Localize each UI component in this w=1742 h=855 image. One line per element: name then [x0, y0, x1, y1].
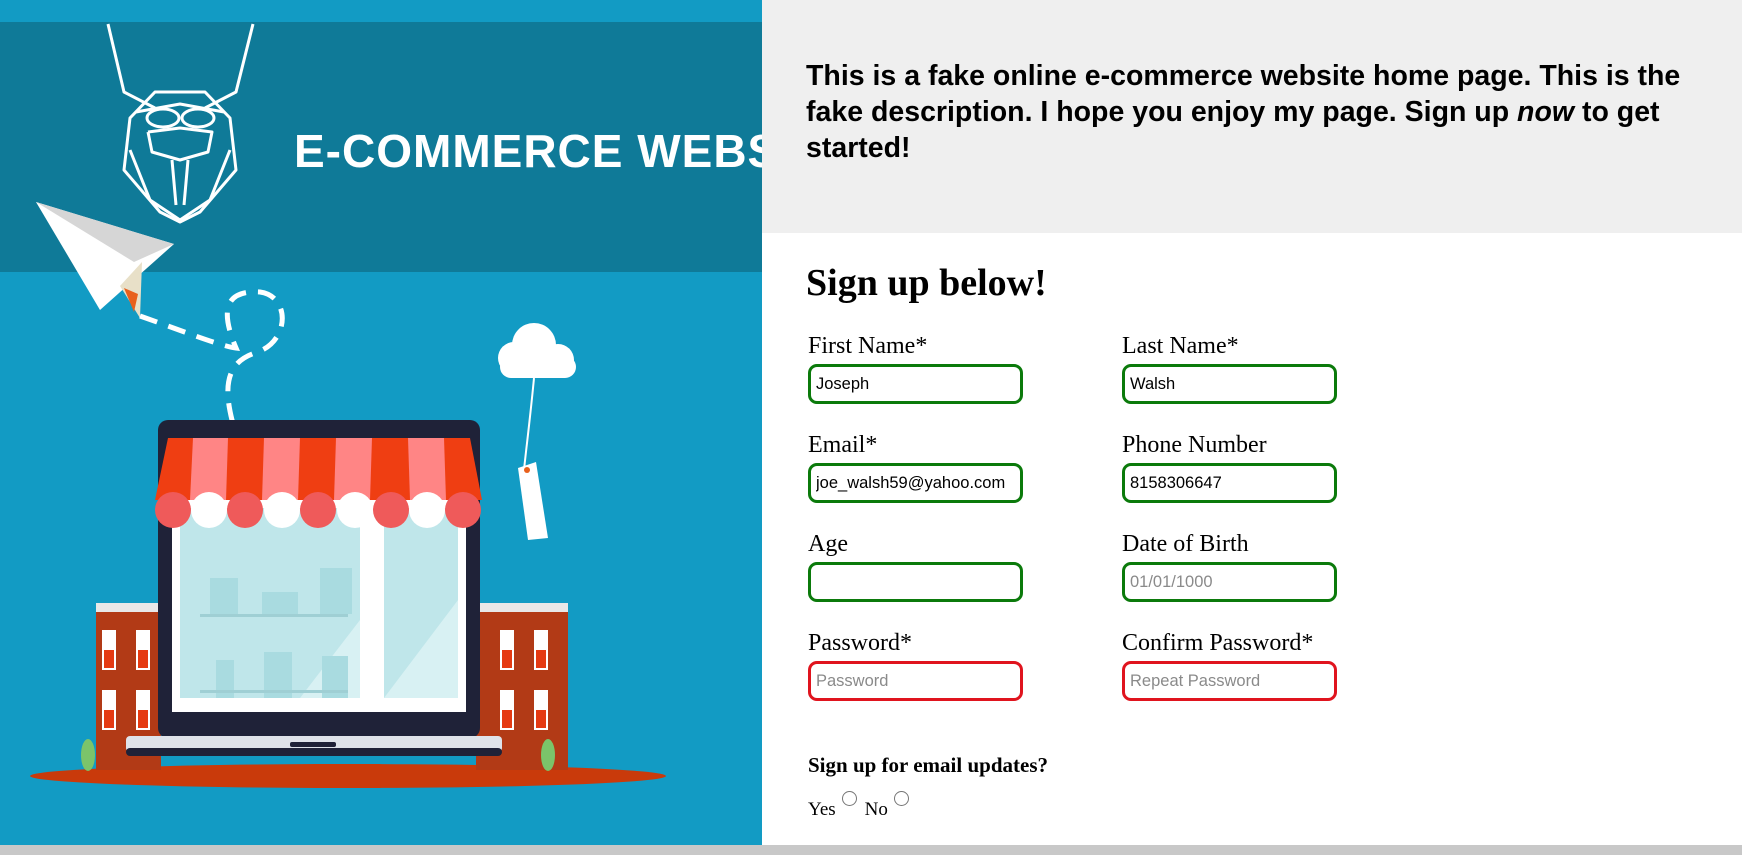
dob-group: Date of Birth — [1122, 531, 1337, 602]
password-input[interactable] — [808, 661, 1023, 701]
first-name-group: First Name* — [808, 333, 1023, 404]
updates-no-radio[interactable] — [893, 791, 909, 806]
age-group: Age — [808, 531, 1023, 602]
signup-form: Sign up below! First Name* Last Name* Em… — [762, 233, 1742, 845]
bottom-scroll-edge — [0, 845, 1742, 855]
dob-label: Date of Birth — [1122, 531, 1249, 557]
phone-group: Phone Number — [1122, 432, 1337, 503]
password-group: Password* — [808, 630, 1023, 701]
site-title: E-COMMERCE WEBSITE — [294, 125, 762, 177]
confirm-password-group: Confirm Password* — [1122, 630, 1337, 701]
price-tag-icon — [518, 462, 548, 540]
age-label: Age — [808, 531, 848, 557]
dob-input[interactable] — [1122, 562, 1337, 602]
confirm-password-input[interactable] — [1122, 661, 1337, 701]
email-input[interactable] — [808, 463, 1023, 503]
hero-illustration: E-COMMERCE WEBSITE — [0, 22, 762, 788]
form-heading: Sign up below! — [806, 262, 1047, 304]
laptop-storefront-icon — [126, 420, 502, 756]
first-name-input[interactable] — [808, 364, 1023, 404]
age-input[interactable] — [808, 562, 1023, 602]
email-group: Email* — [808, 432, 1023, 503]
updates-yes-radio[interactable] — [841, 791, 857, 806]
phone-input[interactable] — [1122, 463, 1337, 503]
last-name-input[interactable] — [1122, 364, 1337, 404]
phone-label: Phone Number — [1122, 432, 1267, 458]
password-label: Password* — [808, 630, 913, 656]
confirm-password-label: Confirm Password* — [1122, 630, 1314, 656]
email-updates-options: Yes No — [808, 789, 917, 821]
updates-no-label: No — [864, 799, 888, 820]
last-name-label: Last Name* — [1122, 333, 1239, 359]
email-label: Email* — [808, 432, 878, 458]
first-name-label: First Name* — [808, 333, 928, 359]
cloud-icon — [498, 323, 576, 378]
last-name-group: Last Name* — [1122, 333, 1337, 404]
hero-banner: E-COMMERCE WEBSITE — [0, 0, 762, 845]
email-updates-question: Sign up for email updates? — [808, 753, 1048, 777]
updates-yes-label: Yes — [808, 799, 836, 820]
description-emphasis: now — [1517, 96, 1575, 128]
site-description: This is a fake online e-commerce website… — [762, 0, 1742, 233]
